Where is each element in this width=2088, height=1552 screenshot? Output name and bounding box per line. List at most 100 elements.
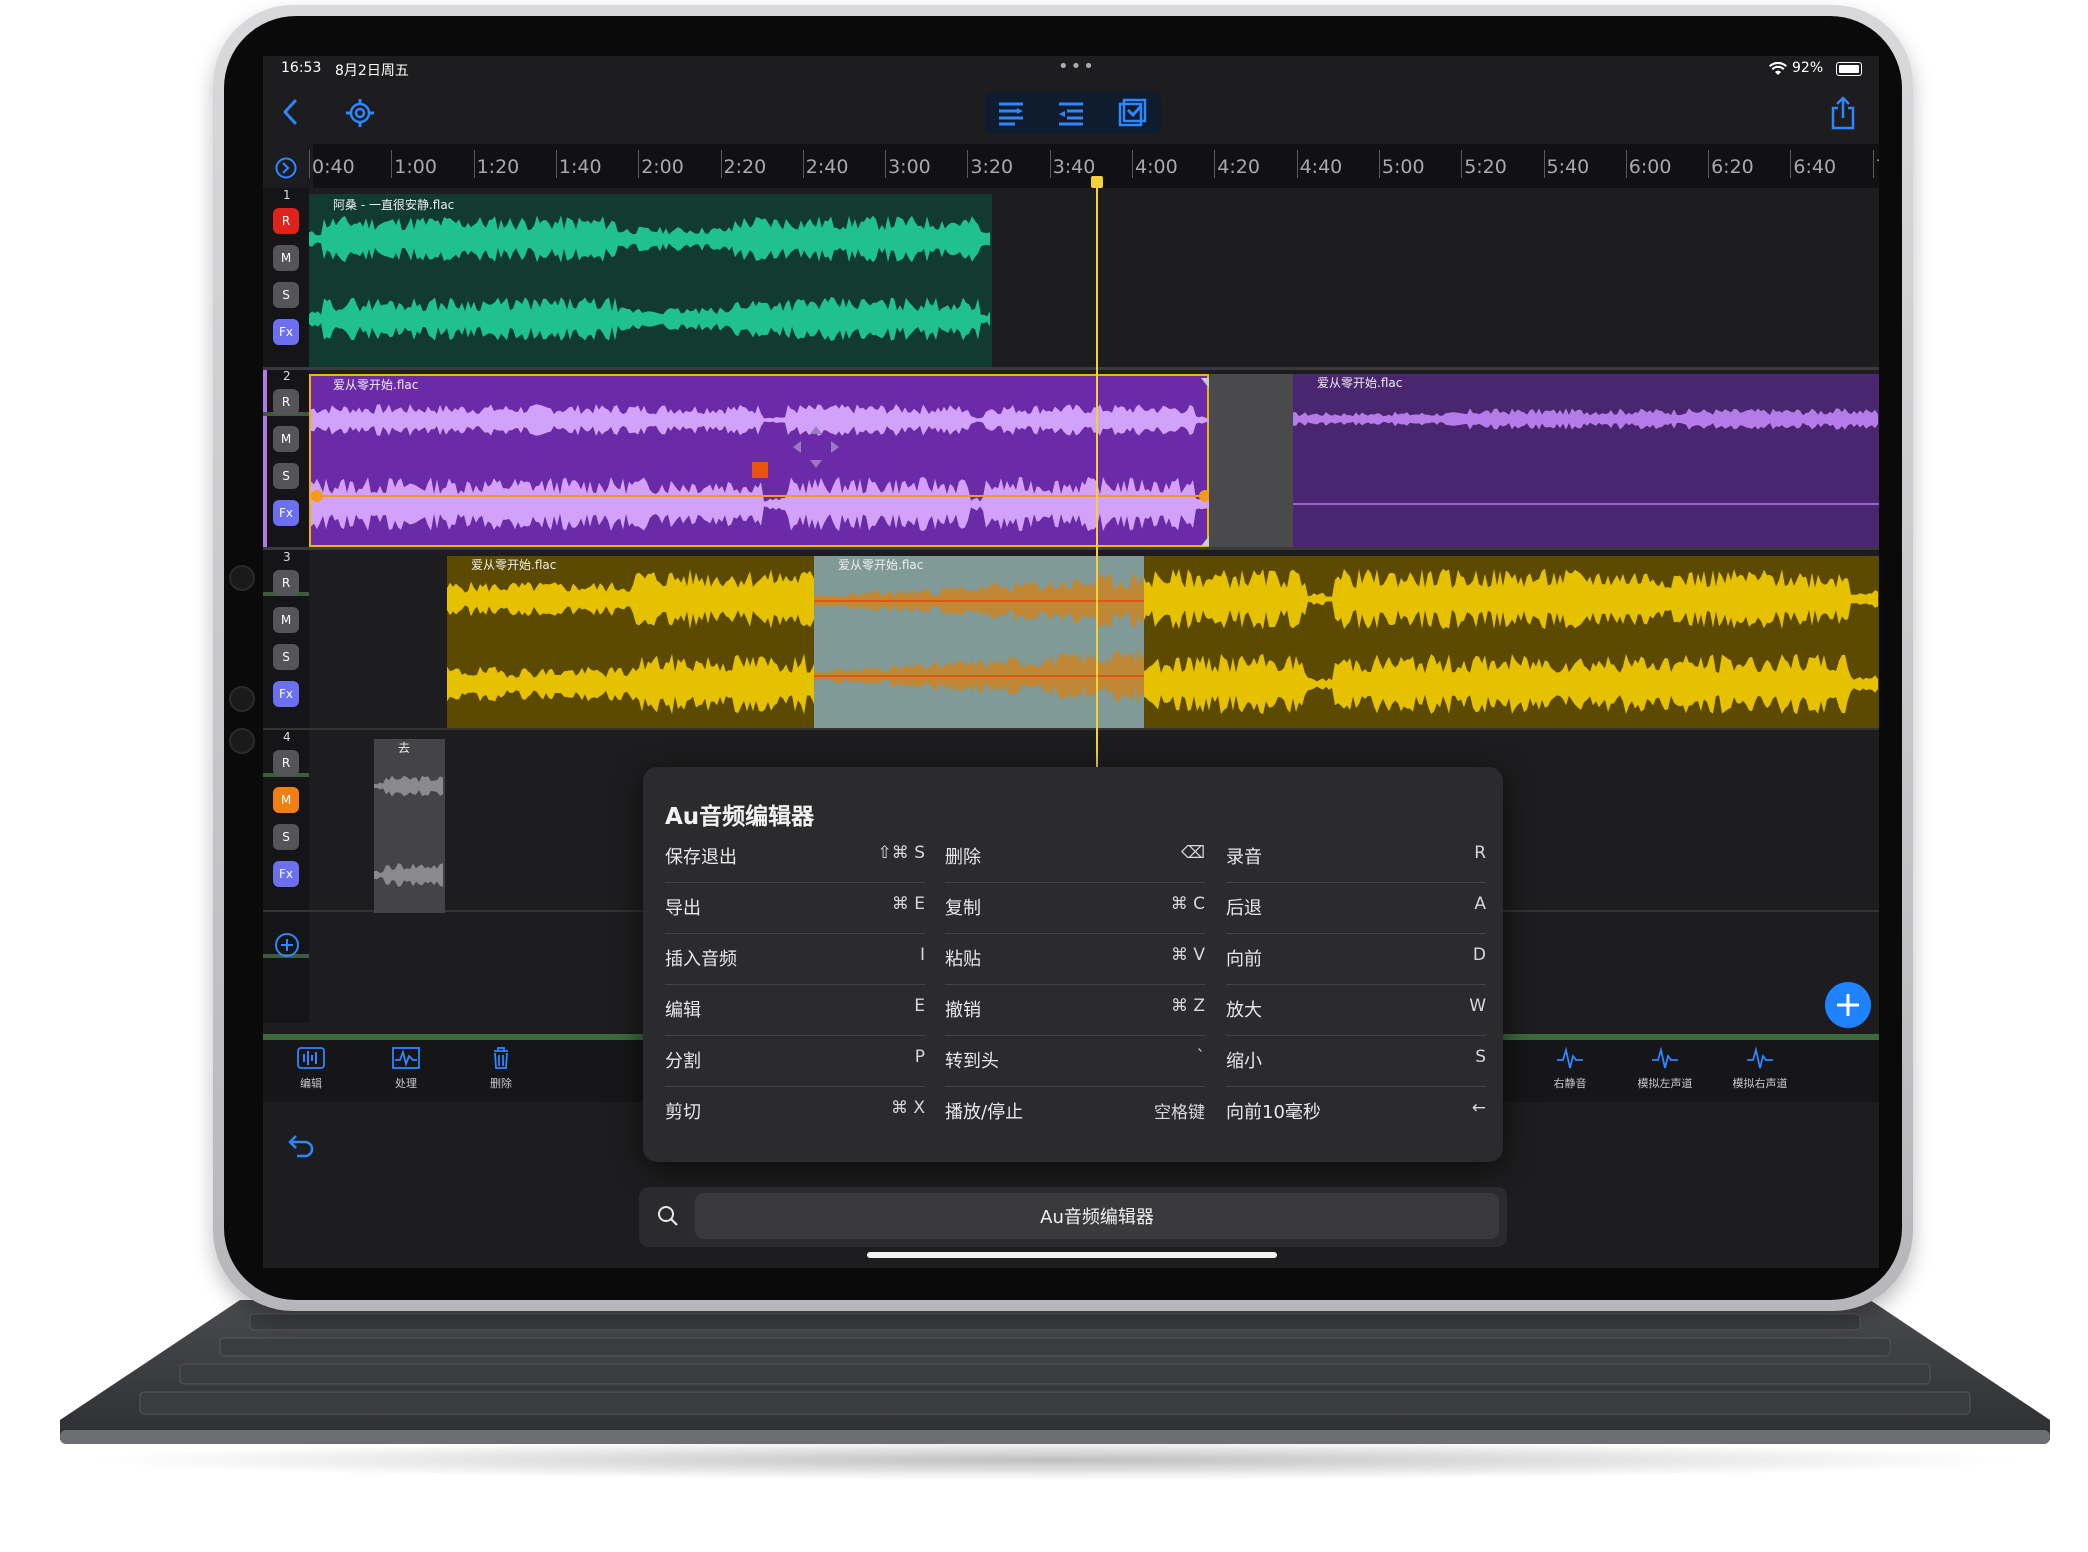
audio-clip[interactable]: 爱从零开始.flac [447, 556, 1879, 728]
add-button[interactable] [1825, 982, 1871, 1028]
shortcut-key: ← [1471, 1098, 1486, 1118]
track-m-button[interactable]: M [273, 787, 299, 813]
track-s-button[interactable]: S [273, 824, 299, 850]
shortcut-row[interactable]: 撤销 ⌘ Z [945, 986, 1205, 1036]
ruler-tick-label: 3:20 [970, 156, 1014, 178]
ruler-tick [1214, 150, 1216, 178]
home-indicator[interactable] [867, 1252, 1277, 1258]
shortcut-name: 转到头 [945, 1051, 999, 1072]
ruler-tick [885, 150, 887, 178]
shortcut-row[interactable]: 缩小 S [1226, 1037, 1486, 1087]
track-fx-button[interactable]: Fx [273, 861, 299, 887]
ruler-tick [1708, 150, 1710, 178]
shortcut-row[interactable]: 导出 ⌘ E [665, 884, 925, 934]
shortcut-row[interactable]: 保存退出 ⇧⌘ S [665, 833, 925, 883]
shortcut-row[interactable]: 编辑 E [665, 986, 925, 1036]
shortcut-key: ⇧⌘ S [877, 843, 925, 863]
undo-icon[interactable] [287, 1132, 315, 1158]
track-s-button[interactable]: S [273, 282, 299, 308]
gear-icon[interactable] [345, 98, 375, 128]
shortcut-name: 播放/停止 [945, 1102, 1024, 1123]
indent-lines-icon[interactable] [1057, 100, 1085, 126]
move-handle-icon[interactable] [791, 424, 841, 470]
right-mute-icon [1557, 1046, 1583, 1069]
audio-clip[interactable]: 爱从零开始.flac [1293, 374, 1879, 547]
ruler-tick-label: 7 [1876, 156, 1879, 178]
track-r-button[interactable]: R [273, 208, 299, 234]
ruler-tick-label: 5:00 [1381, 156, 1425, 178]
ruler-tick-label: 1:00 [394, 156, 437, 178]
track-r-button[interactable]: R [273, 570, 299, 596]
shortcut-name: 放大 [1226, 1000, 1262, 1021]
shortcut-row[interactable]: 删除 ⌫ [945, 833, 1205, 883]
tool-right-mute-button[interactable]: 右静音 [1535, 1046, 1605, 1091]
shortcut-row[interactable]: 后退 A [1226, 884, 1486, 934]
shortcut-row[interactable]: 转到头 ` [945, 1037, 1205, 1087]
shortcut-row[interactable]: 录音 R [1226, 833, 1486, 883]
tool-simulate-left-button[interactable]: 模拟左声道 [1630, 1046, 1700, 1091]
align-right-lines-icon[interactable] [997, 100, 1025, 126]
row-separator [665, 882, 925, 883]
ruler-tick-label: 6:20 [1711, 156, 1754, 178]
shortcut-row[interactable]: 剪切 ⌘ X [665, 1088, 925, 1138]
ruler-tick [720, 150, 722, 178]
row-separator [945, 984, 1205, 985]
audio-clip[interactable]: 去 [374, 739, 445, 913]
ruler-tick-label: 0:40 [312, 156, 355, 178]
crossfade-region[interactable]: 爱从零开始.flac [814, 556, 1144, 728]
track-fx-button[interactable]: Fx [273, 681, 299, 707]
ruler-tick [967, 150, 969, 178]
tool-simulate-right-button[interactable]: 模拟右声道 [1725, 1046, 1795, 1091]
plus-icon [1837, 994, 1859, 1016]
row-separator [1226, 1035, 1486, 1036]
add-track-icon[interactable] [274, 932, 300, 958]
tool-waveform-edit-button[interactable]: 编辑 [281, 1046, 341, 1091]
ruler-tick [1543, 150, 1545, 178]
shortcut-row[interactable]: 复制 ⌘ C [945, 884, 1205, 934]
shortcut-key: ⌫ [1180, 843, 1205, 863]
track-r-button[interactable]: R [273, 389, 299, 415]
multitasking-dots-icon[interactable]: ••• [1058, 56, 1096, 77]
shortcut-row[interactable]: 粘贴 ⌘ V [945, 935, 1205, 985]
chevron-left-icon[interactable] [281, 98, 301, 126]
track-fx-button[interactable]: Fx [273, 319, 299, 345]
row-separator [665, 933, 925, 934]
playhead[interactable] [1096, 176, 1098, 824]
tool-process-button[interactable]: 处理 [376, 1046, 436, 1091]
search-input[interactable]: Au音频编辑器 [695, 1193, 1499, 1239]
audio-clip-selected[interactable]: 爱从零开始.flac [309, 374, 1211, 547]
track-m-button[interactable]: M [273, 426, 299, 452]
track-m-button[interactable]: M [273, 607, 299, 633]
shortcut-row[interactable]: 播放/停止 空格键 [945, 1088, 1205, 1138]
row-separator [665, 1035, 925, 1036]
shortcut-row[interactable]: 插入音频 I [665, 935, 925, 985]
track-fx-button[interactable]: Fx [273, 500, 299, 526]
playhead-handle[interactable] [1091, 176, 1103, 188]
shortcut-key: 空格键 [1154, 1103, 1205, 1123]
shortcut-row[interactable]: 向前 D [1226, 935, 1486, 985]
ruler-tick [1461, 150, 1463, 178]
selected-track-marker [263, 367, 267, 547]
track-s-button[interactable]: S [273, 644, 299, 670]
shortcut-key: A [1474, 894, 1486, 914]
track-number: 1 [283, 188, 291, 202]
ruler-tick [1132, 150, 1133, 178]
tool-trash-button[interactable]: 删除 [471, 1046, 531, 1091]
shortcut-name: 保存退出 [665, 847, 737, 868]
ruler-tick-label: 4:20 [1217, 156, 1260, 178]
track-number: 4 [283, 730, 291, 744]
shortcut-row[interactable]: 放大 W [1226, 986, 1486, 1036]
track-r-button[interactable]: R [273, 750, 299, 776]
shortcut-row[interactable]: 分割 P [665, 1037, 925, 1087]
audio-clip[interactable]: 阿桑 - 一直很安静.flac [309, 194, 992, 367]
checkbox-icon[interactable] [1117, 98, 1147, 128]
track-m-button[interactable]: M [273, 245, 299, 271]
shortcut-row[interactable]: 向前10毫秒 ← [1226, 1088, 1486, 1138]
share-icon[interactable] [1830, 96, 1856, 130]
scroll-to-start-icon[interactable] [275, 157, 297, 179]
track-s-button[interactable]: S [273, 463, 299, 489]
ruler-tick [555, 150, 557, 178]
row-separator [1226, 1086, 1486, 1087]
ruler-tick [1790, 150, 1792, 178]
shortcut-key: E [914, 996, 925, 1016]
